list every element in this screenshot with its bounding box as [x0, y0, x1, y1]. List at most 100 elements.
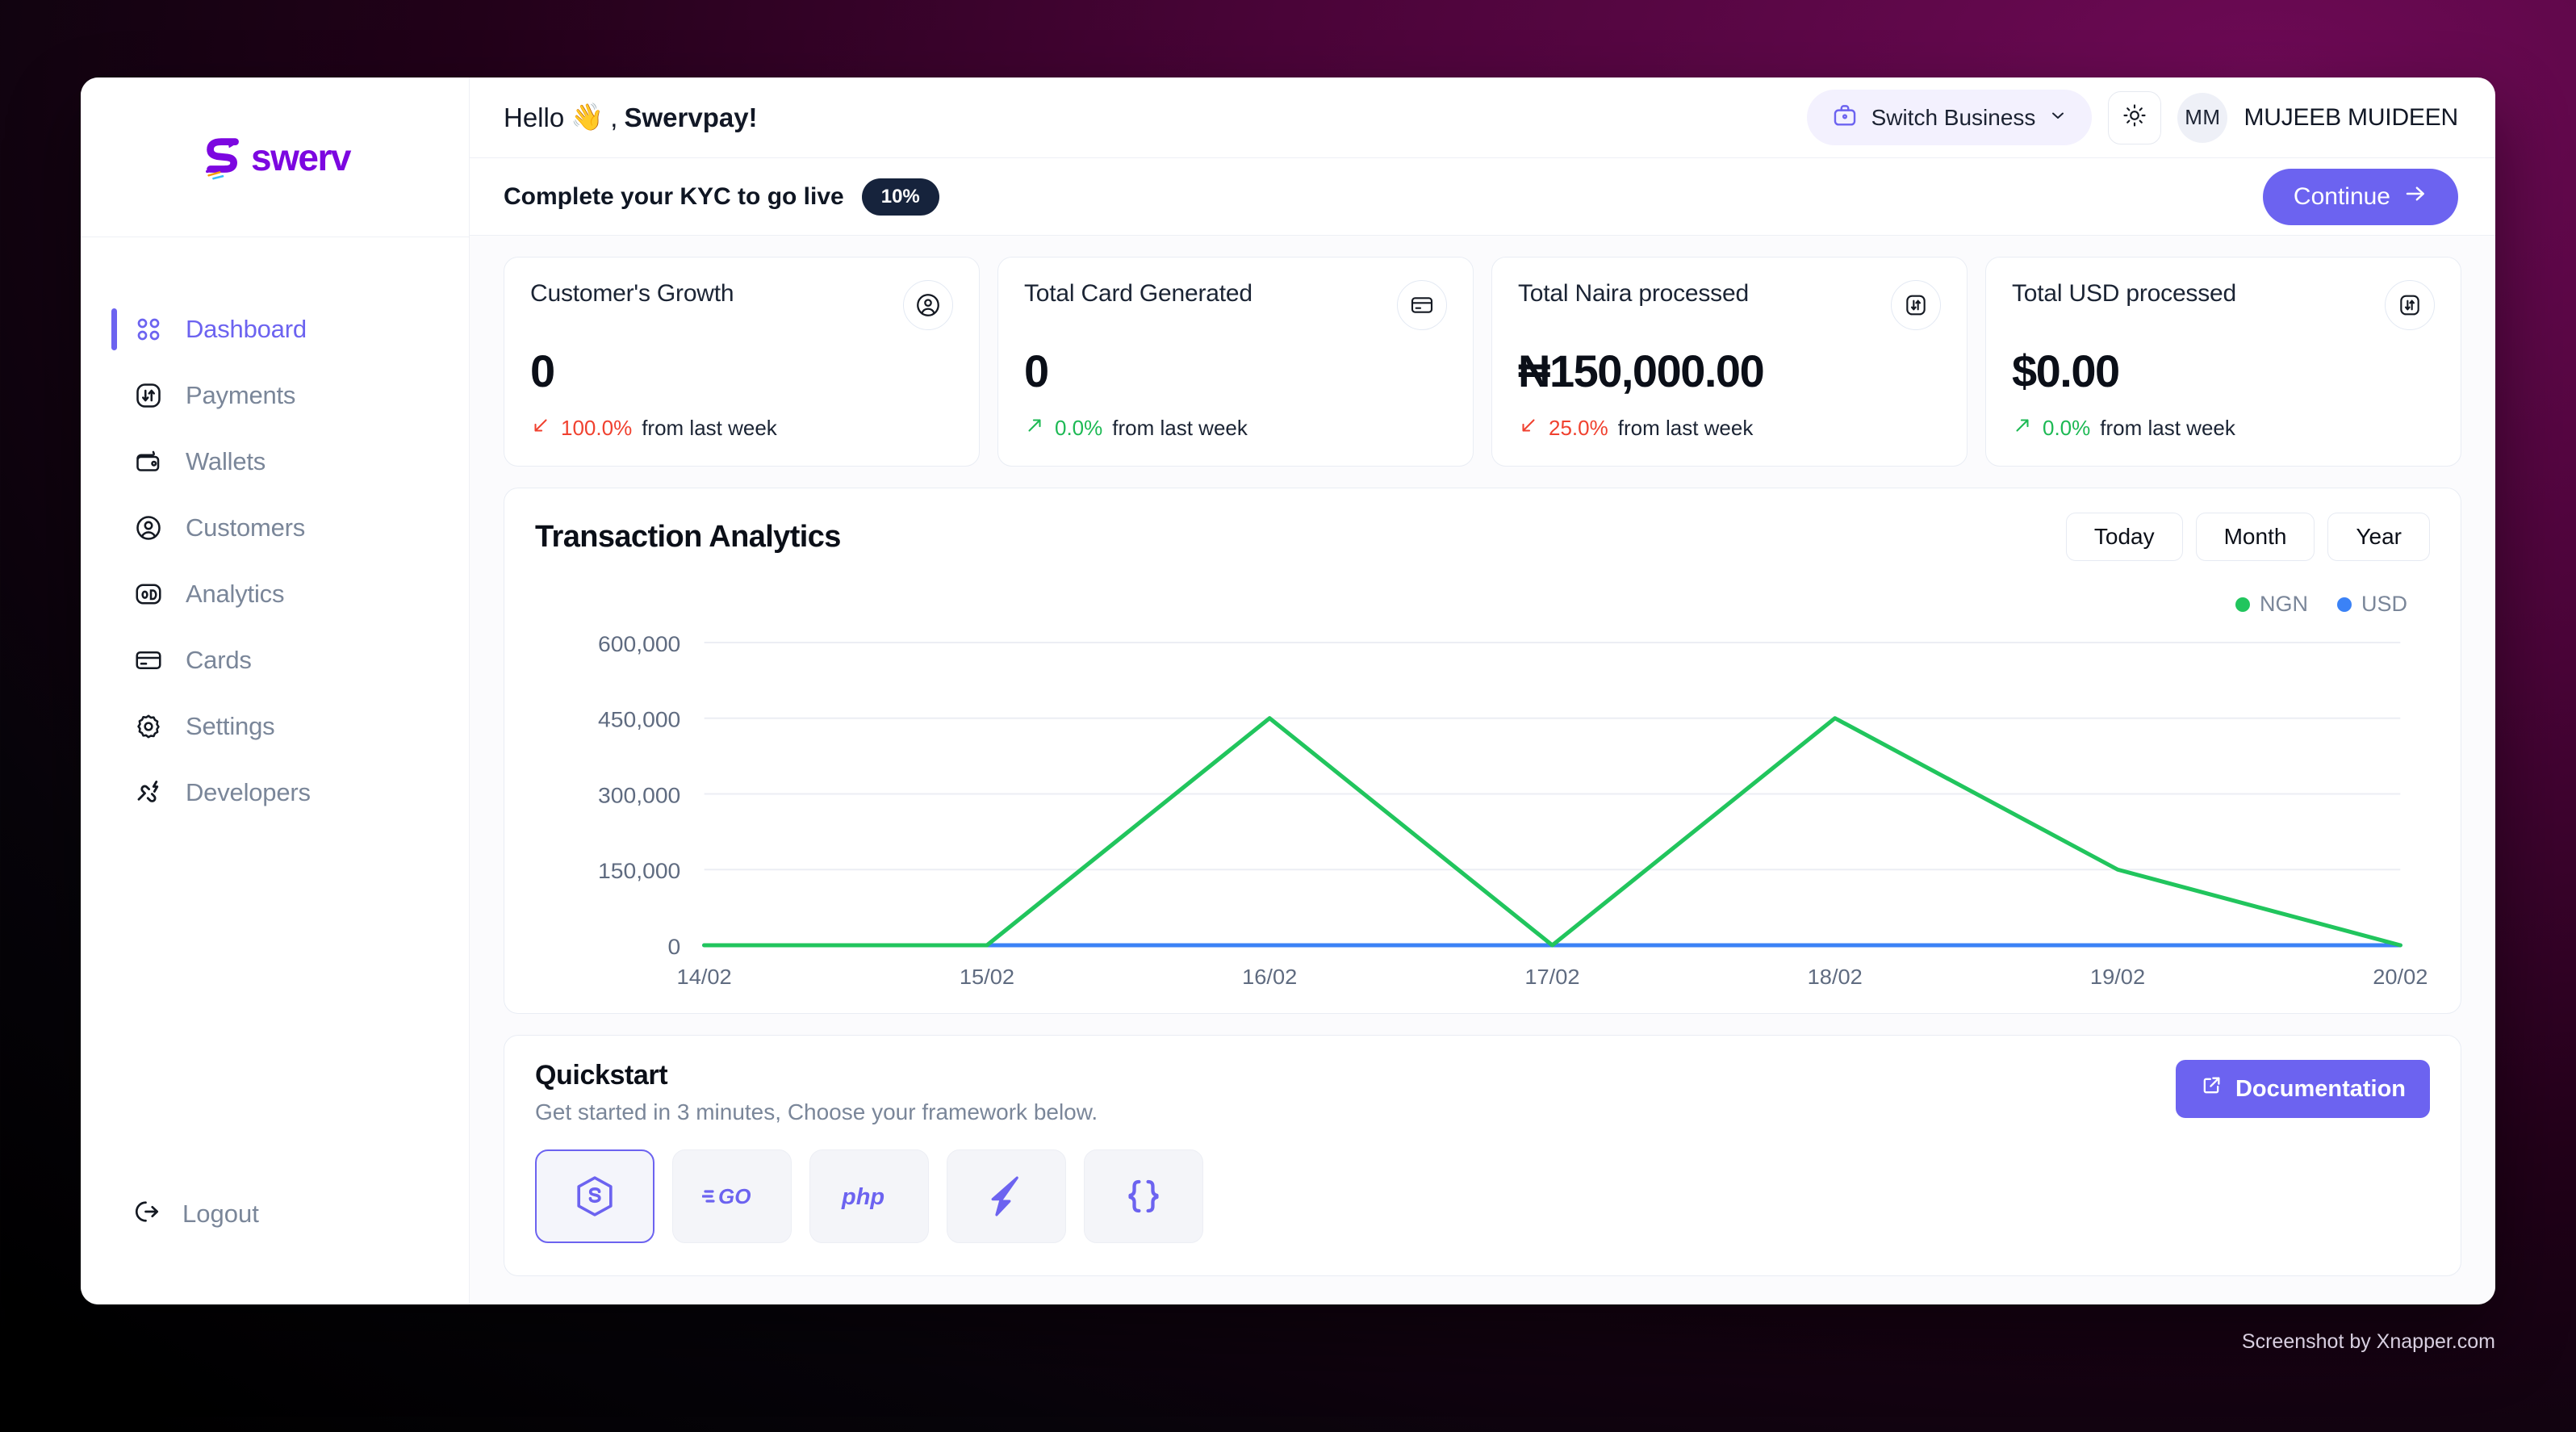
- logout-button[interactable]: Logout: [81, 1197, 469, 1230]
- svg-text:0: 0: [668, 935, 681, 959]
- json-braces-icon: [1128, 1179, 1159, 1213]
- stat-delta-suffix: from last week: [2100, 416, 2235, 440]
- wallet-icon: [132, 446, 165, 478]
- card-icon: [132, 644, 165, 676]
- period-year-button[interactable]: Year: [2327, 513, 2430, 561]
- stat-value: 0: [1024, 345, 1049, 396]
- stat-card-total-naira-processed: Total Naira processed ₦150,000.00 25.0% …: [1491, 257, 1968, 467]
- svg-text:php: php: [841, 1184, 884, 1210]
- framework-tiles: GO php: [535, 1149, 2430, 1243]
- logout-icon: [132, 1197, 161, 1230]
- wave-emoji: 👋: [571, 102, 604, 132]
- stat-cards-row: Customer's Growth 0 100.0% from last wee…: [504, 257, 2461, 467]
- transfer-icon: [1891, 280, 1941, 330]
- username: MUJEEB MUIDEEN: [2244, 103, 2458, 131]
- topbar: Hello 👋 , Swervpay! Switch Business MM M…: [470, 77, 2495, 158]
- stat-delta: 0.0%: [1055, 416, 1103, 440]
- stat-footer: 100.0% from last week: [530, 415, 953, 442]
- stat-delta: 25.0%: [1549, 416, 1608, 440]
- sidebar-item-wallets[interactable]: Wallets: [81, 433, 469, 491]
- panel-title: Transaction Analytics: [535, 519, 841, 554]
- sidebar-item-label: Cards: [186, 646, 252, 674]
- chevron-down-icon: [2048, 106, 2068, 129]
- period-month-button[interactable]: Month: [2195, 513, 2315, 561]
- svg-text:14/02: 14/02: [677, 965, 732, 989]
- transfer-icon: [132, 379, 165, 412]
- framework-tile-go[interactable]: GO: [672, 1149, 792, 1243]
- stat-delta-suffix: from last week: [1112, 416, 1248, 440]
- transaction-chart: 0 150,000 300,000 450,000 600,000 14/02 15/02 1…: [535, 628, 2430, 995]
- sidebar-item-label: Dashboard: [186, 315, 307, 343]
- stat-footer: 0.0% from last week: [2012, 415, 2435, 442]
- legend-label-ngn: NGN: [2259, 592, 2308, 616]
- continue-button[interactable]: Continue: [2262, 168, 2458, 225]
- period-today-button[interactable]: Today: [2065, 513, 2183, 561]
- documentation-label: Documentation: [2235, 1075, 2406, 1102]
- stat-value: ₦150,000.00: [1518, 345, 1765, 396]
- sidebar-item-analytics[interactable]: Analytics: [81, 565, 469, 623]
- go-icon: GO: [702, 1184, 751, 1208]
- switch-business-button[interactable]: Switch Business: [1806, 90, 2093, 145]
- stat-value: 0: [530, 345, 555, 396]
- sidebar-item-developers[interactable]: Developers: [81, 764, 469, 822]
- sidebar-item-settings[interactable]: Settings: [81, 697, 469, 756]
- stat-delta-suffix: from last week: [1617, 416, 1754, 440]
- stat-card-customers-growth: Customer's Growth 0 100.0% from last wee…: [504, 257, 980, 467]
- sidebar-item-label: Wallets: [186, 447, 266, 475]
- sidebar-item-payments[interactable]: Payments: [81, 366, 469, 425]
- logo-text: swerv: [251, 136, 351, 178]
- sidebar-item-cards[interactable]: Cards: [81, 631, 469, 689]
- kyc-message: Complete your KYC to go live: [504, 182, 844, 210]
- greeting-comma: ,: [610, 102, 618, 132]
- sidebar-nav: Dashboard Payments Wallets Customers Ana…: [81, 237, 469, 822]
- svg-text:300,000: 300,000: [598, 783, 680, 807]
- card-icon: [1397, 280, 1447, 330]
- documentation-button[interactable]: Documentation: [2175, 1060, 2430, 1118]
- business-name: Swervpay!: [624, 102, 758, 132]
- framework-tile-laravel[interactable]: [947, 1149, 1066, 1243]
- kyc-banner: Complete your KYC to go live 10% Continu…: [470, 158, 2495, 236]
- transaction-analytics-panel: Transaction Analytics Today Month Year N…: [504, 488, 2461, 1014]
- svg-text:150,000: 150,000: [598, 859, 680, 883]
- stat-card-total-usd-processed: Total USD processed $0.00 0.0% from last…: [1985, 257, 2461, 467]
- legend-dot-usd: [2336, 597, 2352, 612]
- svg-text:15/02: 15/02: [960, 965, 1014, 989]
- sidebar-item-label: Settings: [186, 712, 275, 740]
- legend-item-usd[interactable]: USD: [2336, 592, 2407, 617]
- swerv-logo-icon: [206, 137, 239, 179]
- stat-delta-suffix: from last week: [642, 416, 777, 440]
- greeting-prefix: Hello: [504, 102, 565, 132]
- svg-text:17/02: 17/02: [1524, 965, 1579, 989]
- avatar[interactable]: MM: [2177, 92, 2228, 143]
- grid-icon: [132, 313, 165, 345]
- sidebar-item-dashboard[interactable]: Dashboard: [81, 300, 469, 358]
- arrow-down-right-icon: [530, 415, 551, 442]
- user-circle-icon: [903, 280, 953, 330]
- sidebar-item-customers[interactable]: Customers: [81, 499, 469, 557]
- arrow-right-icon: [2403, 182, 2428, 212]
- chart-svg: 0 150,000 300,000 450,000 600,000 14/02 15/02 1…: [598, 632, 2428, 989]
- laravel-icon: [991, 1176, 1018, 1216]
- sidebar: swerv Dashboard Payments Wallets Custome…: [81, 77, 470, 1304]
- stat-delta: 0.0%: [2043, 416, 2091, 440]
- external-link-icon: [2200, 1074, 2223, 1103]
- legend-item-ngn[interactable]: NGN: [2235, 592, 2308, 617]
- logout-label: Logout: [182, 1199, 259, 1228]
- quickstart-panel: Quickstart Get started in 3 minutes, Cho…: [504, 1035, 2461, 1276]
- app-window: swerv Dashboard Payments Wallets Custome…: [81, 77, 2495, 1304]
- framework-tile-php[interactable]: php: [809, 1149, 929, 1243]
- sidebar-item-label: Customers: [186, 513, 306, 542]
- content-scroll-area: Customer's Growth 0 100.0% from last wee…: [470, 236, 2495, 1304]
- svg-text:450,000: 450,000: [598, 707, 680, 731]
- developers-icon: [132, 777, 165, 809]
- gear-icon: [132, 710, 165, 743]
- svg-text:20/02: 20/02: [2373, 965, 2428, 989]
- framework-tile-json[interactable]: [1084, 1149, 1203, 1243]
- arrow-up-right-icon: [1024, 415, 1045, 442]
- logo[interactable]: swerv: [81, 77, 469, 237]
- framework-tile-nodejs[interactable]: [535, 1149, 654, 1243]
- stat-title: Total Naira processed: [1518, 280, 1749, 307]
- theme-toggle-button[interactable]: [2108, 90, 2162, 144]
- continue-label: Continue: [2293, 182, 2390, 210]
- quickstart-subtitle: Get started in 3 minutes, Choose your fr…: [535, 1099, 1098, 1124]
